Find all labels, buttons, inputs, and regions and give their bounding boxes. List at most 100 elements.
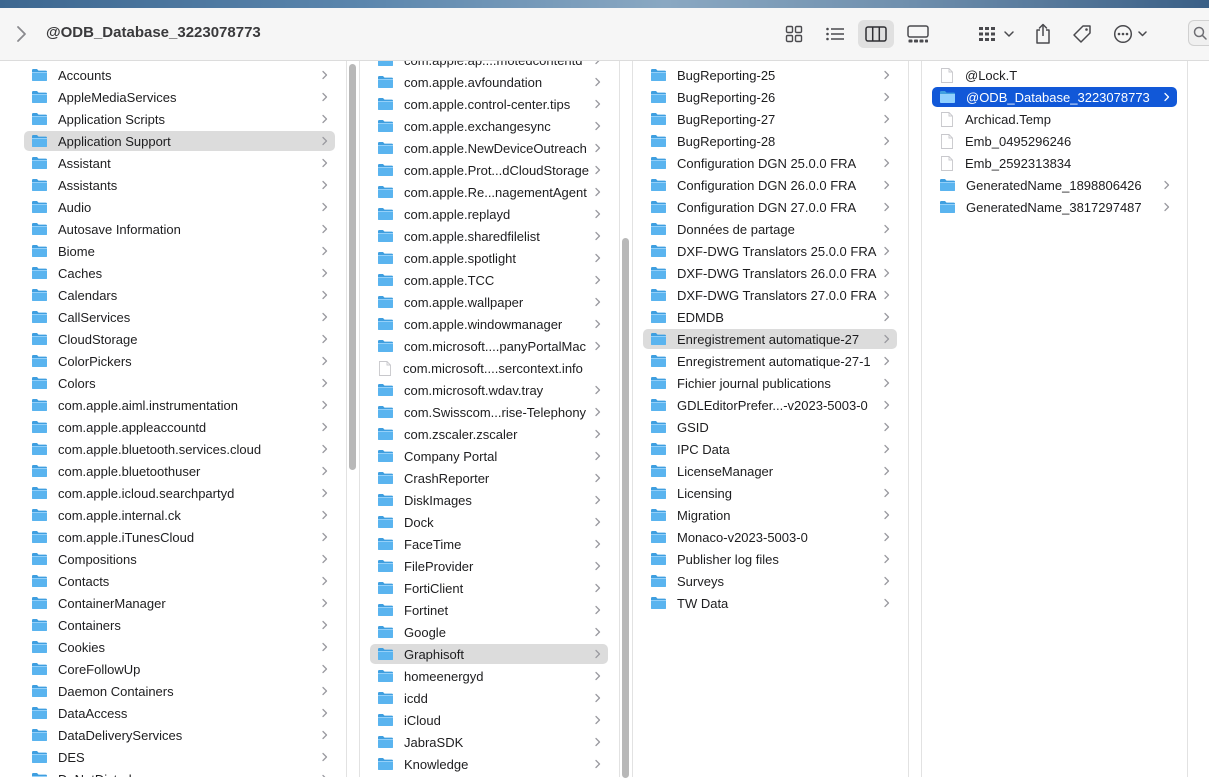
folder-row[interactable]: Fortinet [370, 600, 608, 620]
column-1[interactable]: Accounts AppleMediaServices Application Sc… [14, 61, 345, 777]
file-row[interactable]: Archicad.Temp [932, 109, 1177, 129]
folder-row[interactable]: Publisher log files [643, 549, 897, 569]
file-row[interactable]: com.microsoft....sercontext.info [370, 358, 608, 378]
folder-row[interactable]: Application Scripts [24, 109, 335, 129]
folder-row[interactable]: Monaco-v2023-5003-0 [643, 527, 897, 547]
folder-row[interactable]: ColorPickers [24, 351, 335, 371]
folder-row[interactable]: Calendars [24, 285, 335, 305]
folder-row[interactable]: com.apple.TCC [370, 270, 608, 290]
folder-row[interactable]: GDLEditorPrefer...-v2023-5003-0 [643, 395, 897, 415]
folder-row[interactable]: com.zscaler.zscaler [370, 424, 608, 444]
folder-row[interactable]: com.apple.appleaccountd [24, 417, 335, 437]
folder-row[interactable]: Licensing [643, 483, 897, 503]
folder-row[interactable]: EDMDB [643, 307, 897, 327]
folder-row[interactable]: Enregistrement automatique-27 [643, 329, 897, 349]
folder-row[interactable]: GeneratedName_3817297487 [932, 197, 1177, 217]
folder-row[interactable]: com.apple.NewDeviceOutreach [370, 138, 608, 158]
icon-view-button[interactable] [782, 20, 806, 48]
folder-row[interactable]: icdd [370, 688, 608, 708]
folder-row[interactable]: com.apple.spotlight [370, 248, 608, 268]
folder-row[interactable]: com.apple.internal.ck [24, 505, 335, 525]
search-field[interactable] [1188, 20, 1209, 46]
column-2-scrollbar[interactable] [622, 238, 629, 778]
folder-row[interactable]: AppleMediaServices [24, 87, 335, 107]
folder-row[interactable]: CallServices [24, 307, 335, 327]
folder-row[interactable]: Biome [24, 241, 335, 261]
folder-row[interactable]: DiskImages [370, 490, 608, 510]
folder-row[interactable]: com.apple.bluetooth.services.cloud [24, 439, 335, 459]
more-actions-button[interactable] [1112, 20, 1152, 48]
column-1-scrollbar[interactable] [349, 64, 356, 470]
folder-row[interactable]: Compositions [24, 549, 335, 569]
folder-row[interactable]: com.Swisscom...rise-Telephony [370, 402, 608, 422]
folder-row[interactable]: Dock [370, 512, 608, 532]
folder-row[interactable]: com.apple.windowmanager [370, 314, 608, 334]
folder-row[interactable]: CloudStorage [24, 329, 335, 349]
folder-row[interactable]: com.apple.aiml.instrumentation [24, 395, 335, 415]
folder-row[interactable]: DES [24, 747, 335, 767]
folder-row[interactable]: Fichier journal publications [643, 373, 897, 393]
folder-row[interactable]: GeneratedName_1898806426 [932, 175, 1177, 195]
file-row[interactable]: @Lock.T [932, 65, 1177, 85]
back-button[interactable] [12, 22, 32, 46]
folder-row[interactable]: FaceTime [370, 534, 608, 554]
folder-row[interactable]: JabraSDK [370, 732, 608, 752]
folder-row[interactable]: Company Portal [370, 446, 608, 466]
folder-row[interactable]: DataDeliveryServices [24, 725, 335, 745]
list-view-button[interactable] [823, 20, 847, 48]
folder-row[interactable]: com.apple.exchangesync [370, 116, 608, 136]
folder-row[interactable]: com.apple.Re...nagementAgent [370, 182, 608, 202]
folder-row[interactable]: Graphisoft [370, 644, 608, 664]
folder-row[interactable]: Containers [24, 615, 335, 635]
folder-row[interactable]: iCloud [370, 710, 608, 730]
folder-row[interactable]: DXF-DWG Translators 27.0.0 FRA [643, 285, 897, 305]
folder-row[interactable]: BugReporting-27 [643, 109, 897, 129]
folder-row[interactable]: com.apple.bluetoothuser [24, 461, 335, 481]
column-divider[interactable] [619, 61, 620, 777]
folder-row[interactable]: Assistant [24, 153, 335, 173]
tag-button[interactable] [1070, 20, 1094, 48]
folder-row[interactable]: com.apple.control-center.tips [370, 94, 608, 114]
folder-row[interactable]: CrashReporter [370, 468, 608, 488]
folder-row[interactable]: Audio [24, 197, 335, 217]
folder-row[interactable]: com.apple.avfoundation [370, 72, 608, 92]
folder-row[interactable]: Accounts [24, 65, 335, 85]
column-divider[interactable] [908, 61, 909, 777]
folder-row[interactable]: Knowledge [370, 754, 608, 774]
folder-row[interactable]: ContainerManager [24, 593, 335, 613]
gallery-view-button[interactable] [905, 20, 931, 48]
file-row[interactable]: Emb_2592313834 [932, 153, 1177, 173]
folder-row[interactable]: Migration [643, 505, 897, 525]
folder-row[interactable]: Daemon Containers [24, 681, 335, 701]
folder-row[interactable]: com.apple.replayd [370, 204, 608, 224]
folder-row[interactable]: com.microsoft....panyPortalMac [370, 336, 608, 356]
folder-row[interactable]: Assistants [24, 175, 335, 195]
folder-row[interactable]: Données de partage [643, 219, 897, 239]
folder-row[interactable]: FortiClient [370, 578, 608, 598]
folder-row[interactable]: Autosave Information [24, 219, 335, 239]
folder-row[interactable]: Google [370, 622, 608, 642]
folder-row[interactable]: BugReporting-28 [643, 131, 897, 151]
column-divider[interactable] [1187, 61, 1188, 777]
folder-row[interactable]: DoNotDisturb [24, 769, 335, 777]
folder-row[interactable]: com.apple.icloud.searchpartyd [24, 483, 335, 503]
folder-row[interactable]: CoreFollowUp [24, 659, 335, 679]
folder-row[interactable]: com.apple.Prot...dCloudStorage [370, 160, 608, 180]
folder-row[interactable]: LicenseManager [643, 461, 897, 481]
folder-row[interactable]: @ODB_Database_3223078773 [932, 87, 1177, 107]
folder-row[interactable]: DXF-DWG Translators 26.0.0 FRA [643, 263, 897, 283]
column-divider[interactable] [346, 61, 347, 777]
group-button[interactable] [976, 20, 1018, 48]
folder-row[interactable]: com.apple.sharedfilelist [370, 226, 608, 246]
folder-row[interactable]: FileProvider [370, 556, 608, 576]
folder-row[interactable]: Colors [24, 373, 335, 393]
folder-row[interactable]: BugReporting-26 [643, 87, 897, 107]
folder-row[interactable]: BugReporting-25 [643, 65, 897, 85]
folder-row[interactable]: com.apple.iTunesCloud [24, 527, 335, 547]
column-2[interactable]: com.apple.ap....motedcontentd com.apple.a… [360, 61, 618, 777]
folder-row[interactable]: IPC Data [643, 439, 897, 459]
folder-row[interactable]: homeenergyd [370, 666, 608, 686]
folder-row[interactable]: Caches [24, 263, 335, 283]
folder-row[interactable]: Application Support [24, 131, 335, 151]
folder-row[interactable]: DXF-DWG Translators 25.0.0 FRA [643, 241, 897, 261]
